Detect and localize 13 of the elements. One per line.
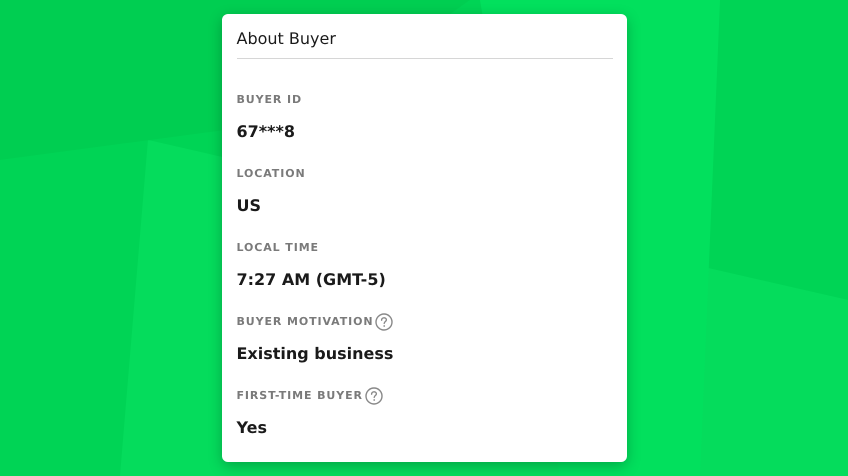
field-value: Yes [236, 417, 268, 439]
field-label: FIRST-TIME BUYER [236, 389, 363, 403]
field-label: BUYER MOTIVATION [236, 315, 374, 329]
field-label: LOCATION [236, 167, 306, 181]
field-value: 67***8 [236, 121, 296, 143]
field-label: BUYER ID [236, 93, 302, 107]
field-value: 7:27 AM (GMT-5) [236, 269, 387, 291]
help-icon[interactable] [364, 387, 383, 405]
card-title: About Buyer [236, 14, 612, 59]
field-value: Existing business [236, 343, 394, 365]
help-icon[interactable] [375, 313, 394, 331]
field-label: LOCAL TIME [236, 241, 319, 255]
field-value: US [236, 195, 262, 217]
